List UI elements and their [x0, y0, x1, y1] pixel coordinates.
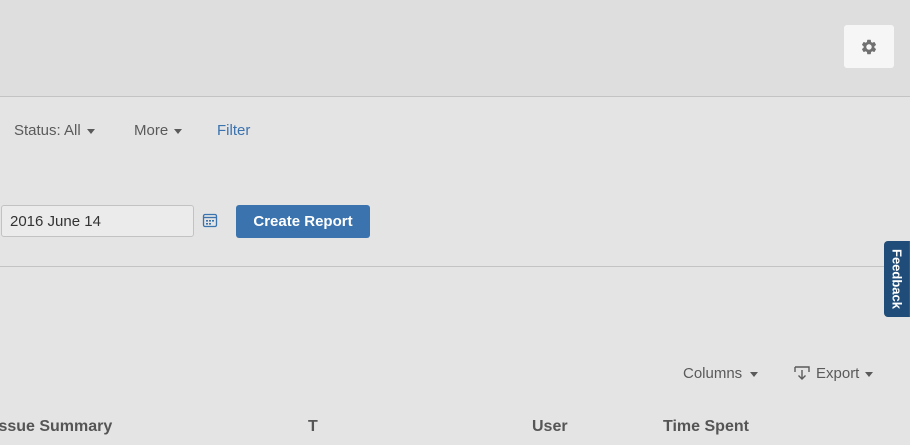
export-label: Export: [816, 365, 860, 382]
column-header-time-spent[interactable]: Time Spent: [663, 418, 749, 436]
page-header: [0, 0, 910, 97]
filter-link[interactable]: Filter: [217, 122, 250, 139]
columns-label: Columns: [683, 365, 743, 382]
column-header-issue-summary[interactable]: Issue Summary: [0, 418, 112, 436]
report-date-input[interactable]: [1, 205, 194, 237]
status-filter-dropdown[interactable]: Status: All: [14, 122, 95, 139]
chevron-down-icon: [865, 372, 874, 377]
more-filter-dropdown[interactable]: More: [134, 122, 183, 139]
chevron-down-icon: [750, 372, 759, 377]
status-filter-label: Status: All: [14, 122, 81, 139]
feedback-label: Feedback: [889, 249, 905, 309]
feedback-tab[interactable]: Feedback: [884, 241, 910, 317]
column-header-t[interactable]: T: [308, 418, 318, 436]
calendar-icon: [202, 213, 218, 228]
chevron-down-icon: [174, 129, 183, 134]
gear-icon: [861, 39, 877, 54]
chevron-down-icon: [86, 129, 95, 134]
settings-button[interactable]: [844, 25, 894, 68]
download-icon: [794, 366, 810, 380]
calendar-button[interactable]: [202, 212, 218, 228]
export-dropdown[interactable]: Export: [794, 365, 874, 382]
create-report-button[interactable]: Create Report: [236, 205, 370, 238]
more-filter-label: More: [134, 122, 169, 139]
column-header-user[interactable]: User: [532, 418, 568, 436]
columns-dropdown[interactable]: Columns: [683, 365, 759, 382]
